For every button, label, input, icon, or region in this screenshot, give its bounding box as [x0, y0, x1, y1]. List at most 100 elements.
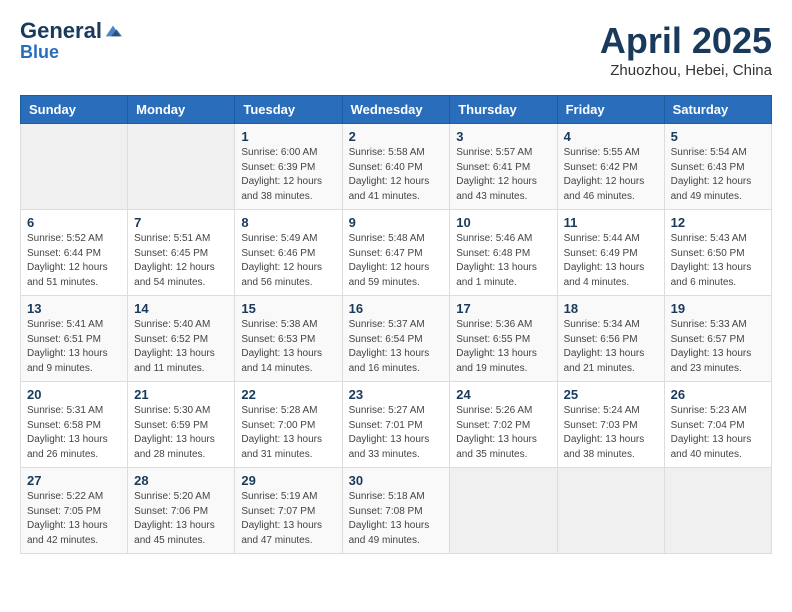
day-info: Sunrise: 5:36 AM Sunset: 6:55 PM Dayligh…: [456, 318, 550, 376]
day-info: Sunrise: 5:52 AM Sunset: 6:44 PM Dayligh…: [27, 232, 121, 290]
day-info: Sunrise: 6:00 AM Sunset: 6:39 PM Dayligh…: [241, 146, 335, 204]
day-number: 9: [349, 215, 444, 230]
day-info: Sunrise: 5:26 AM Sunset: 7:02 PM Dayligh…: [456, 404, 550, 462]
day-info: Sunrise: 5:31 AM Sunset: 6:58 PM Dayligh…: [27, 404, 121, 462]
calendar-cell: 7 Sunrise: 5:51 AM Sunset: 6:45 PM Daylig…: [128, 210, 235, 296]
day-info: Sunrise: 5:58 AM Sunset: 6:40 PM Dayligh…: [349, 146, 444, 204]
calendar-cell: 5Sunrise: 5:54 AM Sunset: 6:43 PM Daylig…: [664, 124, 771, 210]
calendar-cell: [557, 468, 664, 554]
calendar-cell: 22Sunrise: 5:28 AM Sunset: 7:00 PM Dayli…: [235, 382, 342, 468]
logo-blue-text: Blue: [20, 42, 59, 63]
calendar-cell: 26 Sunrise: 5:23 AM Sunset: 7:04 PM Dayli…: [664, 382, 771, 468]
day-number: 29: [241, 473, 335, 488]
calendar-cell: 28 Sunrise: 5:20 AM Sunset: 7:06 PM Dayli…: [128, 468, 235, 554]
weekday-header-wednesday: Wednesday: [342, 96, 450, 124]
calendar-cell: 15 Sunrise: 5:38 AM Sunset: 6:53 PM Dayli…: [235, 296, 342, 382]
weekday-header-thursday: Thursday: [450, 96, 557, 124]
day-number: 1: [241, 129, 335, 144]
day-number: 10: [456, 215, 550, 230]
day-number: 14: [134, 301, 228, 316]
logo: General Blue: [20, 20, 122, 63]
day-number: 19: [671, 301, 765, 316]
day-number: 16: [349, 301, 444, 316]
weekday-header-saturday: Saturday: [664, 96, 771, 124]
day-number: 4: [564, 129, 658, 144]
calendar-cell: [21, 124, 128, 210]
calendar-week-row: 6Sunrise: 5:52 AM Sunset: 6:44 PM Daylig…: [21, 210, 772, 296]
day-info: Sunrise: 5:38 AM Sunset: 6:53 PM Dayligh…: [241, 318, 335, 376]
calendar-cell: 3Sunrise: 5:57 AM Sunset: 6:41 PM Daylig…: [450, 124, 557, 210]
day-info: Sunrise: 5:23 AM Sunset: 7:04 PM Dayligh…: [671, 404, 765, 462]
weekday-header-tuesday: Tuesday: [235, 96, 342, 124]
calendar-cell: 8Sunrise: 5:49 AM Sunset: 6:46 PM Daylig…: [235, 210, 342, 296]
calendar-cell: 1 Sunrise: 6:00 AM Sunset: 6:39 PM Daylig…: [235, 124, 342, 210]
day-info: Sunrise: 5:19 AM Sunset: 7:07 PM Dayligh…: [241, 490, 335, 548]
day-number: 3: [456, 129, 550, 144]
logo-general-text: General: [20, 20, 102, 42]
day-number: 17: [456, 301, 550, 316]
calendar-cell: 18Sunrise: 5:34 AM Sunset: 6:56 PM Dayli…: [557, 296, 664, 382]
day-info: Sunrise: 5:44 AM Sunset: 6:49 PM Dayligh…: [564, 232, 658, 290]
calendar-cell: 2 Sunrise: 5:58 AM Sunset: 6:40 PM Daylig…: [342, 124, 450, 210]
day-number: 27: [27, 473, 121, 488]
day-number: 15: [241, 301, 335, 316]
calendar-cell: 13Sunrise: 5:41 AM Sunset: 6:51 PM Dayli…: [21, 296, 128, 382]
day-info: Sunrise: 5:54 AM Sunset: 6:43 PM Dayligh…: [671, 146, 765, 204]
day-info: Sunrise: 5:49 AM Sunset: 6:46 PM Dayligh…: [241, 232, 335, 290]
calendar-cell: 29 Sunrise: 5:19 AM Sunset: 7:07 PM Dayli…: [235, 468, 342, 554]
calendar-cell: 16 Sunrise: 5:37 AM Sunset: 6:54 PM Dayli…: [342, 296, 450, 382]
calendar-cell: 23Sunrise: 5:27 AM Sunset: 7:01 PM Dayli…: [342, 382, 450, 468]
calendar-cell: 9 Sunrise: 5:48 AM Sunset: 6:47 PM Daylig…: [342, 210, 450, 296]
day-number: 11: [564, 215, 658, 230]
weekday-header-friday: Friday: [557, 96, 664, 124]
day-number: 30: [349, 473, 444, 488]
day-number: 2: [349, 129, 444, 144]
calendar-cell: 12Sunrise: 5:43 AM Sunset: 6:50 PM Dayli…: [664, 210, 771, 296]
day-info: Sunrise: 5:51 AM Sunset: 6:45 PM Dayligh…: [134, 232, 228, 290]
day-number: 26: [671, 387, 765, 402]
calendar-week-row: 20 Sunrise: 5:31 AM Sunset: 6:58 PM Dayli…: [21, 382, 772, 468]
weekday-header-sunday: Sunday: [21, 96, 128, 124]
calendar-cell: 19 Sunrise: 5:33 AM Sunset: 6:57 PM Dayli…: [664, 296, 771, 382]
day-number: 28: [134, 473, 228, 488]
calendar-week-row: 13Sunrise: 5:41 AM Sunset: 6:51 PM Dayli…: [21, 296, 772, 382]
logo-icon: [104, 22, 122, 40]
day-number: 25: [564, 387, 658, 402]
calendar-cell: 27 Sunrise: 5:22 AM Sunset: 7:05 PM Dayli…: [21, 468, 128, 554]
day-info: Sunrise: 5:18 AM Sunset: 7:08 PM Dayligh…: [349, 490, 444, 548]
calendar-cell: [664, 468, 771, 554]
day-info: Sunrise: 5:24 AM Sunset: 7:03 PM Dayligh…: [564, 404, 658, 462]
calendar-cell: 11 Sunrise: 5:44 AM Sunset: 6:49 PM Dayli…: [557, 210, 664, 296]
day-number: 21: [134, 387, 228, 402]
day-info: Sunrise: 5:37 AM Sunset: 6:54 PM Dayligh…: [349, 318, 444, 376]
day-info: Sunrise: 5:48 AM Sunset: 6:47 PM Dayligh…: [349, 232, 444, 290]
month-title: April 2025: [600, 20, 772, 62]
day-info: Sunrise: 5:40 AM Sunset: 6:52 PM Dayligh…: [134, 318, 228, 376]
day-number: 7: [134, 215, 228, 230]
calendar-cell: 21 Sunrise: 5:30 AM Sunset: 6:59 PM Dayli…: [128, 382, 235, 468]
calendar-table: SundayMondayTuesdayWednesdayThursdayFrid…: [20, 95, 772, 554]
calendar-cell: 4 Sunrise: 5:55 AM Sunset: 6:42 PM Daylig…: [557, 124, 664, 210]
day-info: Sunrise: 5:22 AM Sunset: 7:05 PM Dayligh…: [27, 490, 121, 548]
day-info: Sunrise: 5:27 AM Sunset: 7:01 PM Dayligh…: [349, 404, 444, 462]
day-info: Sunrise: 5:43 AM Sunset: 6:50 PM Dayligh…: [671, 232, 765, 290]
day-number: 24: [456, 387, 550, 402]
day-info: Sunrise: 5:33 AM Sunset: 6:57 PM Dayligh…: [671, 318, 765, 376]
day-info: Sunrise: 5:20 AM Sunset: 7:06 PM Dayligh…: [134, 490, 228, 548]
calendar-cell: 20 Sunrise: 5:31 AM Sunset: 6:58 PM Dayli…: [21, 382, 128, 468]
day-number: 20: [27, 387, 121, 402]
day-info: Sunrise: 5:46 AM Sunset: 6:48 PM Dayligh…: [456, 232, 550, 290]
calendar-week-row: 27 Sunrise: 5:22 AM Sunset: 7:05 PM Dayli…: [21, 468, 772, 554]
day-info: Sunrise: 5:30 AM Sunset: 6:59 PM Dayligh…: [134, 404, 228, 462]
page-header: General Blue April 2025 Zhuozhou, Hebei,…: [20, 20, 772, 79]
day-info: Sunrise: 5:41 AM Sunset: 6:51 PM Dayligh…: [27, 318, 121, 376]
calendar-cell: 14 Sunrise: 5:40 AM Sunset: 6:52 PM Dayli…: [128, 296, 235, 382]
calendar-cell: [450, 468, 557, 554]
day-number: 22: [241, 387, 335, 402]
calendar-cell: 10 Sunrise: 5:46 AM Sunset: 6:48 PM Dayli…: [450, 210, 557, 296]
location: Zhuozhou, Hebei, China: [600, 62, 772, 79]
day-info: Sunrise: 5:34 AM Sunset: 6:56 PM Dayligh…: [564, 318, 658, 376]
calendar-cell: 6Sunrise: 5:52 AM Sunset: 6:44 PM Daylig…: [21, 210, 128, 296]
day-info: Sunrise: 5:55 AM Sunset: 6:42 PM Dayligh…: [564, 146, 658, 204]
calendar-cell: 25 Sunrise: 5:24 AM Sunset: 7:03 PM Dayli…: [557, 382, 664, 468]
